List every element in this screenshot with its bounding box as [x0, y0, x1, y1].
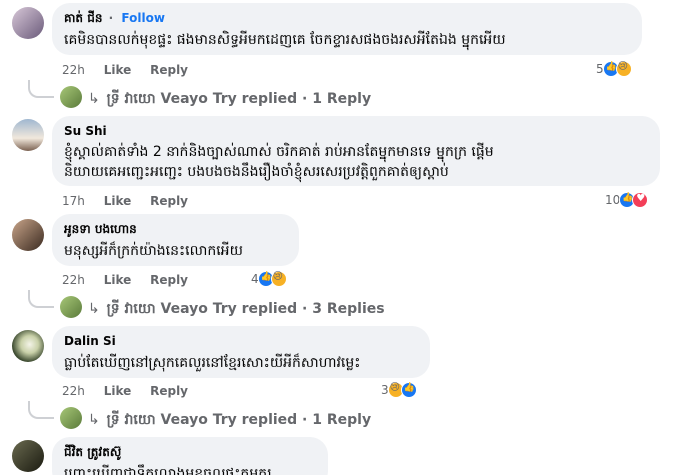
comment-author[interactable]: អូនទា បងហោន	[64, 221, 287, 237]
avatar[interactable]	[12, 219, 44, 251]
comment-bubble: អូនទា បងហោន មនុស្សអីក៏ក្រក់យ៉ាងនេះលោកអើយ	[52, 214, 299, 266]
reply-author-name: ទ្រី វាយោ	[106, 91, 156, 107]
reaction-count: 10	[605, 193, 621, 207]
reply-count-link[interactable]: Veayo Try replied · 3 Replies	[161, 301, 385, 317]
reply-arrow-icon: ↳	[88, 91, 100, 107]
comment-bubble: Dalin Si ធ្លាប់តែឃើញនៅស្រុកគេលួរនៅខ្មែរស…	[52, 326, 430, 378]
comment-time[interactable]: 17h	[62, 194, 85, 208]
avatar[interactable]	[12, 330, 44, 362]
comment-text: គេមិនបានលក់មុខផ្ទះ ផងមានសិទ្ធអីមកដេញគេ ច…	[64, 32, 506, 48]
comment-bubble: គាត់ ជីន · Follow គេមិនបានលក់មុខផ្ទះ ផងម…	[52, 3, 642, 55]
avatar[interactable]	[12, 119, 44, 151]
thread-line	[28, 290, 54, 308]
reply-button[interactable]: Reply	[150, 273, 188, 287]
thread-line	[28, 401, 54, 419]
comment-text: ធ្លាប់តែឃើញនៅស្រុកគេលួរនៅខ្មែរសោះយីអីក៏ស…	[64, 355, 361, 371]
reply-button[interactable]: Reply	[150, 194, 188, 208]
comment-actions: 22h Like Reply	[62, 273, 203, 287]
comment-bubble: Su Shi ខ្ញុំស្គាល់គាត់ទាំង 2 នាក់និងច្បា…	[52, 116, 660, 186]
comment-time[interactable]: 22h	[62, 384, 85, 398]
comment-author[interactable]: ជីវិត ត្រូវតស៊ូ	[64, 444, 316, 460]
avatar	[60, 296, 82, 318]
reply-button[interactable]: Reply	[150, 384, 188, 398]
like-button[interactable]: Like	[104, 194, 132, 208]
sad-reaction-icon	[615, 61, 632, 77]
avatar[interactable]	[12, 440, 44, 472]
avatar[interactable]	[12, 7, 44, 39]
thread-line	[28, 80, 54, 98]
reaction-summary[interactable]: 3	[381, 382, 417, 398]
comment-author[interactable]: Su Shi	[64, 123, 648, 139]
comment-text: ព្រោះឃើញជាទឹកលោងមុខចូលផ្ទះកម្មករ	[64, 466, 272, 475]
comment-author[interactable]: គាត់ ជីន	[64, 11, 102, 25]
reply-button[interactable]: Reply	[150, 63, 188, 77]
reply-count-link[interactable]: Veayo Try replied · 1 Reply	[161, 412, 372, 428]
like-reaction-icon	[400, 382, 417, 398]
like-button[interactable]: Like	[104, 384, 132, 398]
reaction-summary[interactable]: 10	[605, 192, 649, 208]
comment-text: និយាយគេអញ្ជេះអញ្ជេះ បងបងចងនឹងរឿងចាំខ្ញុំ…	[64, 164, 449, 180]
like-button[interactable]: Like	[104, 63, 132, 77]
comment-time[interactable]: 22h	[62, 273, 85, 287]
sad-reaction-icon	[270, 271, 287, 287]
comment-actions: 22h Like Reply	[62, 63, 203, 77]
reply-author-name: ទ្រី វាយោ	[106, 301, 156, 317]
reaction-summary[interactable]: 5	[596, 61, 632, 77]
follow-button[interactable]: Follow	[121, 11, 165, 25]
reply-count-link[interactable]: Veayo Try replied · 1 Reply	[161, 91, 372, 107]
avatar	[60, 86, 82, 108]
reply-arrow-icon: ↳	[88, 412, 100, 428]
comment-bubble: ជីវិត ត្រូវតស៊ូ ព្រោះឃើញជាទឹកលោងមុខចូលផ្…	[52, 437, 328, 475]
comment-time[interactable]: 22h	[62, 63, 85, 77]
comment-actions: 17h Like Reply	[62, 194, 203, 208]
love-reaction-icon	[632, 192, 649, 208]
separator-dot: ·	[108, 11, 114, 25]
reply-author-name: ទ្រី វាយោ	[106, 412, 156, 428]
reply-arrow-icon: ↳	[88, 301, 100, 317]
like-button[interactable]: Like	[104, 273, 132, 287]
comment-text: មនុស្សអីក៏ក្រក់យ៉ាងនេះលោកអើយ	[64, 243, 243, 259]
comment-author[interactable]: Dalin Si	[64, 333, 418, 349]
comment-actions: 22h Like Reply	[62, 384, 203, 398]
reaction-summary[interactable]: 4	[251, 271, 287, 287]
comment-text: ខ្ញុំស្គាល់គាត់ទាំង 2 នាក់និងច្បាស់ណាស់ …	[64, 144, 494, 160]
avatar	[60, 407, 82, 429]
